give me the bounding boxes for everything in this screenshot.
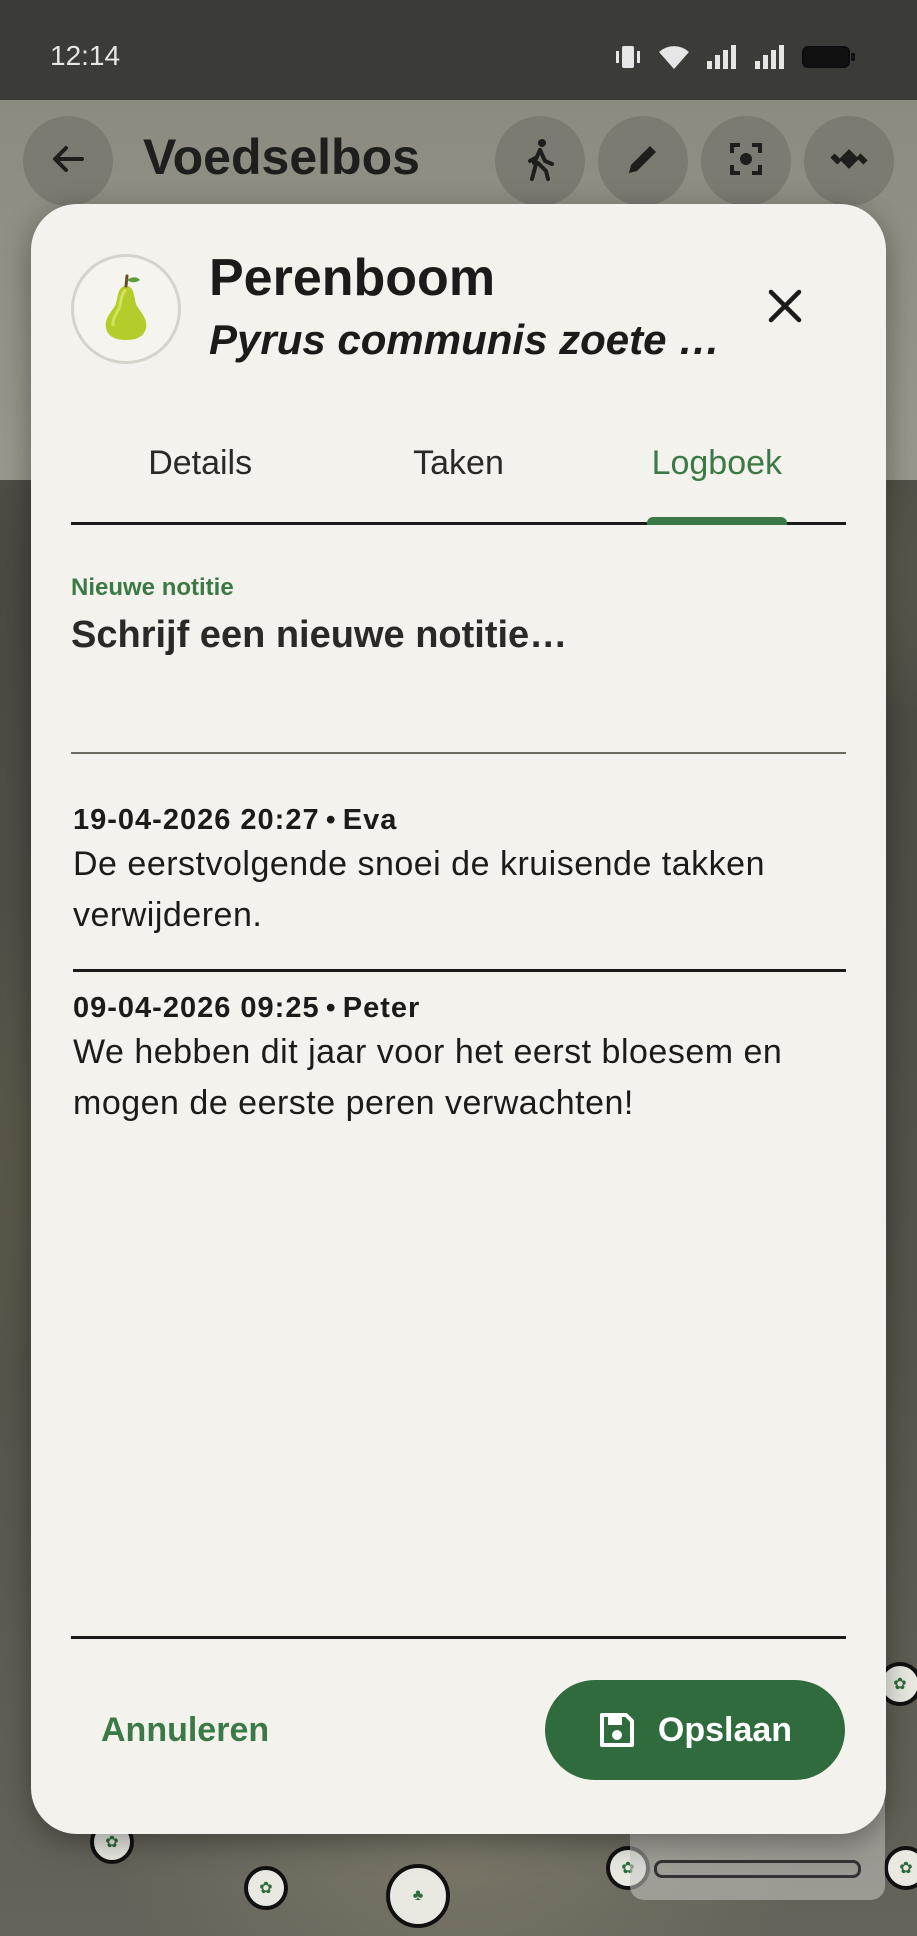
log-entry: 09-04-2026 09:25 • Peter We hebben dit jaa… — [73, 972, 846, 1157]
walk-mode-button[interactable] — [495, 116, 585, 206]
status-time: 12:14 — [50, 40, 121, 71]
new-note-input[interactable] — [71, 614, 846, 657]
tab-taken[interactable]: Taken — [329, 414, 587, 522]
save-button[interactable]: Opslaan — [545, 1680, 845, 1780]
pencil-icon — [623, 139, 663, 184]
back-button[interactable] — [23, 116, 113, 206]
focus-button[interactable] — [701, 116, 791, 206]
scale-bar — [654, 1860, 861, 1878]
log-entry-author: Eva — [342, 804, 398, 836]
cancel-button[interactable]: Annuleren — [101, 1680, 269, 1780]
log-entry: 19-04-2026 20:27 • Eva De eerstvolgende sn… — [73, 784, 846, 972]
plant-avatar — [71, 254, 181, 364]
vibrate-icon — [613, 42, 643, 72]
status-icons — [613, 42, 857, 72]
log-entry-timestamp: 19-04-2026 20:27 — [73, 804, 320, 836]
edit-button[interactable] — [598, 116, 688, 206]
log-entry-author: Peter — [342, 992, 421, 1024]
log-entry-timestamp: 09-04-2026 09:25 — [73, 992, 320, 1024]
signal-icon — [753, 43, 787, 71]
battery-icon — [801, 43, 857, 71]
save-button-label: Opslaan — [657, 1710, 793, 1749]
map-marker-tree[interactable]: ♣ — [386, 1864, 450, 1928]
plant-detail-dialog: Perenboom Pyrus communis zoete … Details… — [31, 204, 886, 1834]
satellite-icon — [828, 138, 870, 185]
log-entry-separator: • — [325, 992, 337, 1024]
back-arrow-icon — [48, 139, 88, 184]
walk-icon — [520, 137, 560, 186]
focus-icon — [726, 139, 766, 184]
save-icon — [598, 1711, 636, 1749]
close-icon — [765, 286, 805, 331]
new-note-label: Nieuwe notitie — [71, 574, 234, 601]
tab-details[interactable]: Details — [71, 414, 329, 522]
log-list: 19-04-2026 20:27 • Eva De eerstvolgende sn… — [73, 784, 846, 1157]
log-entry-meta: 09-04-2026 09:25 • Peter — [73, 992, 846, 1025]
app-title: Voedselbos — [143, 129, 420, 185]
satellite-button[interactable] — [804, 116, 894, 206]
tab-bar: Details Taken Logboek — [71, 414, 846, 525]
log-entry-text: De eerstvolgende snoei de kruisende takk… — [73, 845, 765, 934]
footer-divider — [71, 1636, 846, 1639]
log-entry-text: We hebben dit jaar voor het eerst bloese… — [73, 1033, 783, 1122]
plant-name: Perenboom — [209, 249, 496, 307]
wifi-icon — [657, 43, 691, 71]
pear-icon — [96, 272, 156, 347]
plant-species: Pyrus communis zoete … — [209, 316, 721, 363]
log-entry-separator: • — [325, 804, 337, 836]
tab-logboek[interactable]: Logboek — [588, 414, 846, 522]
new-note-field: Nieuwe notitie — [71, 554, 846, 754]
close-button[interactable] — [751, 274, 819, 342]
map-marker[interactable]: ✿ — [244, 1866, 288, 1910]
log-entry-meta: 19-04-2026 20:27 • Eva — [73, 804, 846, 837]
signal-icon — [705, 43, 739, 71]
status-bar: 12:14 — [0, 0, 917, 100]
